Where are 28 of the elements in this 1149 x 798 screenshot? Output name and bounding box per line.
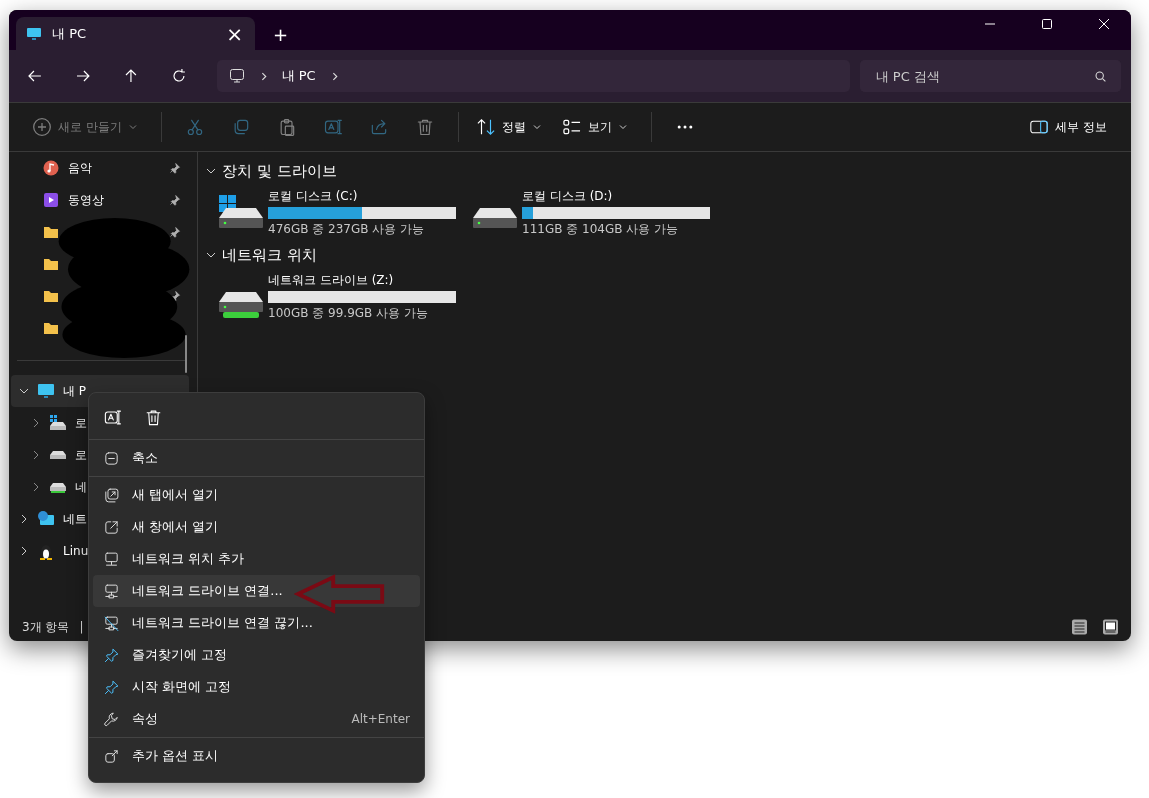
free-space-text: 111GB 중 104GB 사용 가능 [522, 221, 680, 238]
item-count: 3개 항목 [22, 618, 70, 636]
drive-name: 로컬 디스크 (D:) [522, 188, 614, 205]
shortcut-text: Alt+Enter [351, 712, 410, 726]
drive-name: 네트워크 드라이브 (Z:) [268, 272, 395, 289]
menu-label: 추가 옵션 표시 [132, 747, 220, 765]
tab-title: 내 PC [52, 24, 88, 43]
sidebar-label: 음악 [68, 159, 92, 177]
menu-label: 네트워크 드라이브 연결 끊기... [132, 614, 314, 632]
tree-label: 네 [75, 478, 87, 496]
tree-label: 로 [75, 446, 87, 464]
tree-label: 로 [75, 414, 87, 432]
tree-label: Linu [63, 544, 89, 558]
menu-label: 네트워크 위치 추가 [132, 550, 246, 568]
drive-name: 로컬 디스크 (C:) [268, 188, 359, 205]
sidebar-label: 동영상 [68, 191, 104, 209]
menu-label: 시작 화면에 고정 [132, 678, 233, 696]
menu-label: 축소 [132, 449, 159, 467]
free-space-text: 100GB 중 99.9GB 사용 가능 [268, 305, 429, 322]
free-space-text: 476GB 중 237GB 사용 가능 [268, 221, 426, 238]
tree-label: 네트 [63, 510, 87, 528]
menu-label: 네트워크 드라이브 연결... [132, 582, 284, 600]
menu-label: 새 창에서 열기 [132, 518, 220, 536]
status-separator: | [79, 620, 84, 634]
menu-label: 새 탭에서 열기 [132, 486, 220, 504]
menu-label: 속성 [132, 710, 159, 728]
tree-label: 내 P [63, 382, 87, 400]
menu-label: 즐겨찾기에 고정 [132, 646, 229, 664]
